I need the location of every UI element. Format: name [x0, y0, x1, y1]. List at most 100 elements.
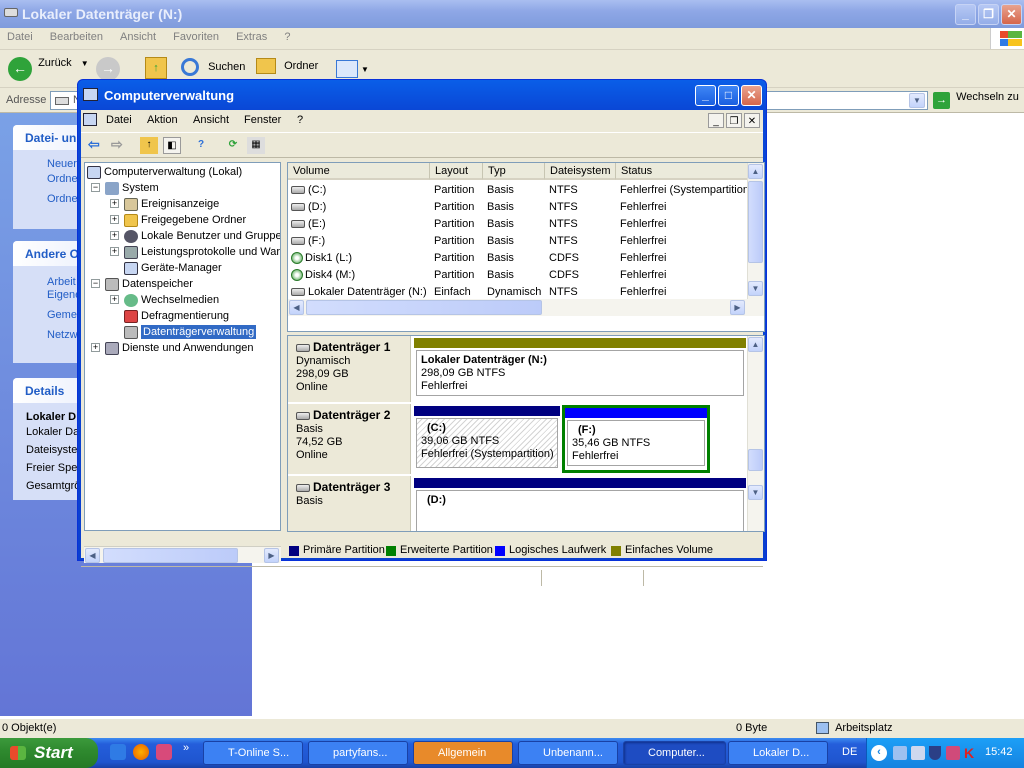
tree-node-device-manager[interactable]: Geräte-Manager [124, 260, 222, 276]
scroll-up-icon[interactable]: ▲ [748, 164, 763, 179]
maximize-button[interactable]: ❐ [978, 4, 999, 25]
tray-icon[interactable] [911, 746, 925, 760]
menu-datei[interactable]: Datei [0, 28, 40, 46]
close-button[interactable]: ✕ [1001, 4, 1022, 25]
taskbar-task[interactable]: Lokaler D... [728, 741, 828, 765]
tree-node-local-users[interactable]: Lokale Benutzer und Gruppen [124, 228, 280, 244]
column-header-status[interactable]: Status [616, 163, 748, 180]
disk-label[interactable]: Datenträger 2 Basis 74,52 GB Online [288, 404, 411, 474]
expand-toggle[interactable]: + [91, 343, 100, 352]
partition-volume-c[interactable]: (C:) 39,06 GB NTFS Fehlerfrei (Systempar… [414, 406, 560, 472]
disk-label[interactable]: Datenträger 1 Dynamisch 298,09 GB Online [288, 336, 411, 402]
volume-vertical-scrollbar[interactable]: ▲ ▼ [747, 163, 764, 299]
disk-label[interactable]: Datenträger 3 Basis [288, 476, 411, 531]
collapse-toggle[interactable]: − [91, 183, 100, 192]
tree-horizontal-scrollbar[interactable]: ◀ ▶ [84, 546, 281, 563]
dropdown-arrow-icon[interactable]: ▼ [81, 59, 89, 68]
taskbar-task[interactable]: Unbenann... [518, 741, 618, 765]
tree-node-root[interactable]: Computerverwaltung (Lokal) [87, 164, 242, 180]
tree-node-services[interactable]: Dienste und Anwendungen [105, 340, 254, 356]
go-button[interactable]: → Wechseln zu [933, 91, 1019, 109]
scroll-up-icon[interactable]: ▲ [748, 337, 763, 352]
refresh-icon[interactable]: ⟳ [224, 137, 242, 154]
menu-bearbeiten[interactable]: Bearbeiten [43, 28, 110, 46]
tree-node-system[interactable]: System [105, 180, 159, 196]
menu-favoriten[interactable]: Favoriten [166, 28, 226, 46]
help-icon[interactable]: ? [192, 137, 210, 154]
scroll-thumb[interactable] [748, 181, 763, 263]
expand-toggle[interactable]: + [110, 247, 119, 256]
language-indicator[interactable]: DE [842, 746, 857, 758]
tree-node-event-viewer[interactable]: Ereignisanzeige [124, 196, 219, 212]
search-button[interactable]: Suchen [181, 58, 245, 76]
menu-ansicht[interactable]: Ansicht [113, 28, 163, 46]
properties-icon[interactable]: ▦ [247, 137, 265, 154]
volume-row[interactable]: (F:) Partition Basis NTFS Fehlerfrei [288, 233, 748, 250]
minimize-button[interactable]: _ [955, 4, 976, 25]
show-hide-tree-icon[interactable]: ◧ [163, 137, 181, 154]
back-button[interactable]: ← Zurück ▼ [8, 57, 89, 81]
taskbar-task-active[interactable]: Computer... [623, 741, 726, 765]
tree-node-defragmentation[interactable]: Defragmentierung [124, 308, 229, 324]
tree-node-performance-logs[interactable]: Leistungsprotokolle und Warnungen [124, 244, 280, 260]
menu-extras[interactable]: Extras [229, 28, 274, 46]
tree-node-storage[interactable]: Datenspeicher [105, 276, 193, 292]
menu-aktion[interactable]: Aktion [147, 114, 178, 126]
scroll-right-icon[interactable]: ▶ [264, 548, 279, 563]
scroll-down-icon[interactable]: ▼ [748, 281, 763, 296]
scroll-thumb[interactable] [306, 300, 542, 315]
close-button[interactable]: ✕ [741, 85, 762, 106]
shield-icon[interactable] [929, 746, 941, 760]
partition-volume-d[interactable]: (D:) [414, 478, 746, 531]
views-dropdown-icon[interactable]: ▼ [361, 65, 369, 74]
child-close-button[interactable]: ✕ [744, 113, 760, 128]
views-icon[interactable] [336, 60, 358, 78]
expand-toggle[interactable]: + [110, 215, 119, 224]
forward-arrow-icon[interactable]: → [96, 57, 120, 81]
minimize-button[interactable]: _ [695, 85, 716, 106]
menu-help[interactable]: ? [297, 114, 303, 126]
scroll-left-icon[interactable]: ◀ [289, 300, 304, 315]
column-header-volume[interactable]: Volume [288, 163, 430, 180]
taskbar-task[interactable]: T-Online S... [203, 741, 303, 765]
console-icon[interactable] [83, 113, 97, 126]
scroll-left-icon[interactable]: ◀ [85, 548, 100, 563]
address-dropdown-icon[interactable]: ▼ [909, 93, 925, 108]
menu-datei[interactable]: Datei [106, 114, 132, 126]
volume-row[interactable]: (D:) Partition Basis NTFS Fehlerfrei [288, 199, 748, 216]
clock[interactable]: 15:42 [985, 746, 1013, 758]
column-header-type[interactable]: Typ [483, 163, 545, 180]
menu-fenster[interactable]: Fenster [244, 114, 281, 126]
volume-row[interactable]: Disk1 (L:) Partition Basis CDFS Fehlerfrei [288, 250, 748, 267]
child-restore-button[interactable]: ❐ [726, 113, 742, 128]
collapse-toggle[interactable]: − [91, 279, 100, 288]
folder-up-icon[interactable]: ↑ [145, 57, 167, 79]
start-button[interactable]: Start [0, 738, 98, 768]
antivirus-icon[interactable]: K [964, 745, 974, 761]
volume-row[interactable]: Disk4 (M:) Partition Basis CDFS Fehlerfrei [288, 267, 748, 284]
tree-node-removable-storage[interactable]: Wechselmedien [124, 292, 219, 308]
back-arrow-icon[interactable]: ⇦ [88, 136, 100, 153]
child-minimize-button[interactable]: _ [708, 113, 724, 128]
menu-help[interactable]: ? [277, 28, 297, 46]
disk-vertical-scrollbar[interactable]: ▲ ▼ [747, 336, 764, 531]
tray-icon[interactable] [946, 746, 960, 760]
expand-toggle[interactable]: + [110, 295, 119, 304]
volume-horizontal-scrollbar[interactable]: ◀ ▶ [288, 299, 764, 316]
menu-ansicht[interactable]: Ansicht [193, 114, 229, 126]
taskbar-task[interactable]: Allgemein [413, 741, 513, 765]
firefox-icon[interactable] [133, 744, 149, 760]
expand-toggle[interactable]: + [110, 199, 119, 208]
tree-node-shared-folders[interactable]: Freigegebene Ordner [124, 212, 246, 228]
partition-volume-n[interactable]: Lokaler Datenträger (N:) 298,09 GB NTFS … [414, 338, 746, 400]
volume-row[interactable]: (E:) Partition Basis NTFS Fehlerfrei [288, 216, 748, 233]
folders-button[interactable]: Ordner [256, 58, 318, 74]
scroll-right-icon[interactable]: ▶ [730, 300, 745, 315]
quicklaunch-more-icon[interactable]: » [183, 742, 189, 754]
scroll-thumb[interactable] [103, 548, 238, 563]
column-header-layout[interactable]: Layout [430, 163, 483, 180]
tray-expand-icon[interactable]: ‹ [871, 745, 887, 761]
column-header-filesystem[interactable]: Dateisystem [545, 163, 616, 180]
folder-up-icon[interactable]: ↑ [140, 137, 158, 154]
tree-node-disk-management[interactable]: Datenträgerverwaltung [124, 324, 257, 340]
